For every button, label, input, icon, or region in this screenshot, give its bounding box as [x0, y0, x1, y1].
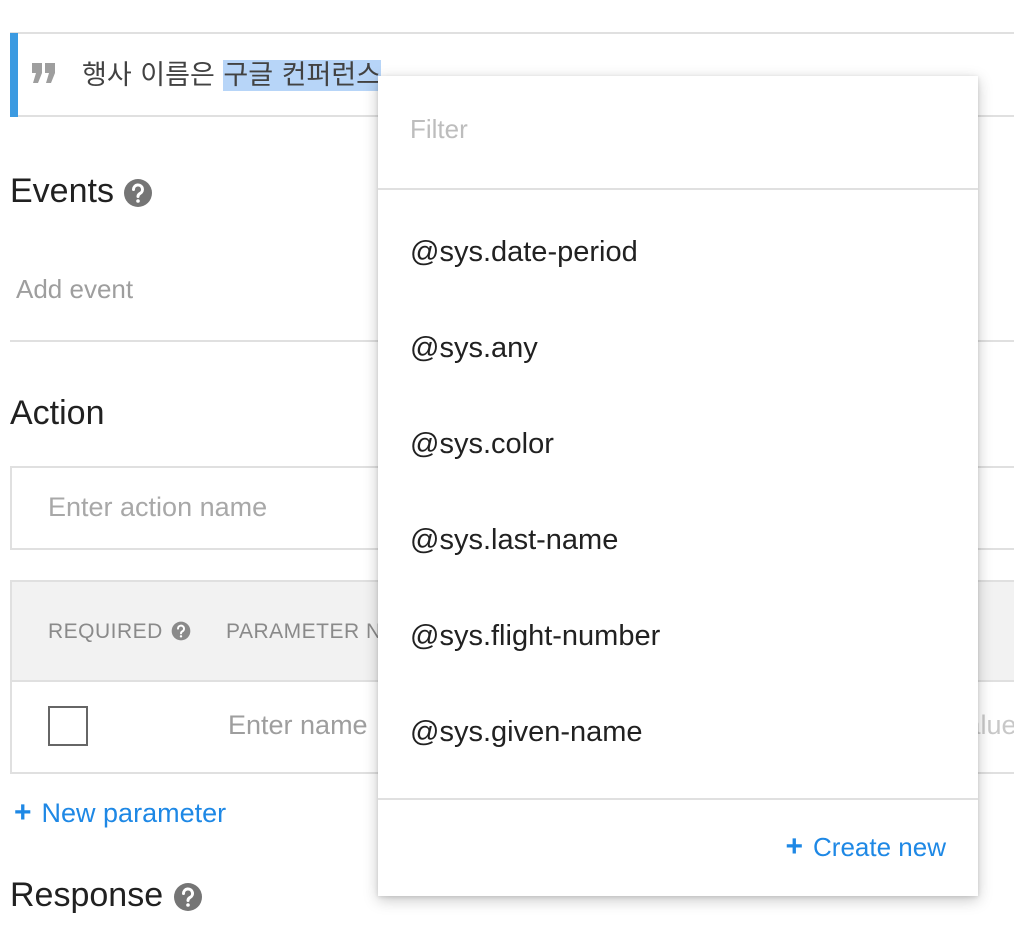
- training-phrase-text[interactable]: 행사 이름은 구글 컨퍼런스: [82, 53, 381, 92]
- events-title: Events: [10, 172, 114, 210]
- quote-icon: [32, 63, 55, 83]
- entity-option[interactable]: @sys.color: [410, 428, 554, 461]
- phrase-prefix: 행사 이름은: [82, 60, 224, 91]
- filter-divider: [378, 188, 978, 190]
- entity-option[interactable]: @sys.date-period: [410, 236, 638, 269]
- response-heading: Response: [10, 876, 203, 915]
- create-new-label: Create new: [813, 832, 946, 862]
- entity-option[interactable]: @sys.flight-number: [410, 620, 660, 653]
- events-heading: Events: [10, 172, 153, 211]
- required-checkbox[interactable]: [48, 706, 88, 746]
- column-required: REQUIRED: [48, 620, 191, 644]
- entity-option[interactable]: @sys.any: [410, 332, 538, 365]
- entity-dropdown: @sys.date-period @sys.any @sys.color @sy…: [378, 76, 978, 896]
- response-title: Response: [10, 876, 164, 914]
- help-circle-icon[interactable]: [173, 882, 203, 912]
- action-heading: Action: [10, 394, 105, 433]
- entity-option[interactable]: @sys.last-name: [410, 524, 618, 557]
- new-parameter-label: New parameter: [41, 798, 227, 828]
- column-required-label: REQUIRED: [48, 620, 163, 643]
- action-name-input[interactable]: [48, 492, 368, 523]
- entity-option[interactable]: @sys.given-name: [410, 716, 643, 749]
- add-event-input[interactable]: [16, 274, 376, 305]
- create-new-button[interactable]: + Create new: [786, 830, 947, 864]
- phrase-accent-bar: [10, 33, 18, 117]
- plus-icon: +: [785, 830, 804, 863]
- filter-input[interactable]: [410, 114, 930, 145]
- new-parameter-link[interactable]: + New parameter: [14, 796, 226, 830]
- help-circle-icon[interactable]: [123, 178, 153, 208]
- phrase-highlighted-text[interactable]: 구글 컨퍼런스: [223, 60, 381, 91]
- action-title: Action: [10, 394, 105, 432]
- plus-icon: +: [14, 796, 32, 829]
- dropdown-footer-divider: [378, 798, 978, 800]
- parameter-name-input[interactable]: [228, 710, 378, 741]
- help-circle-icon[interactable]: [171, 621, 191, 641]
